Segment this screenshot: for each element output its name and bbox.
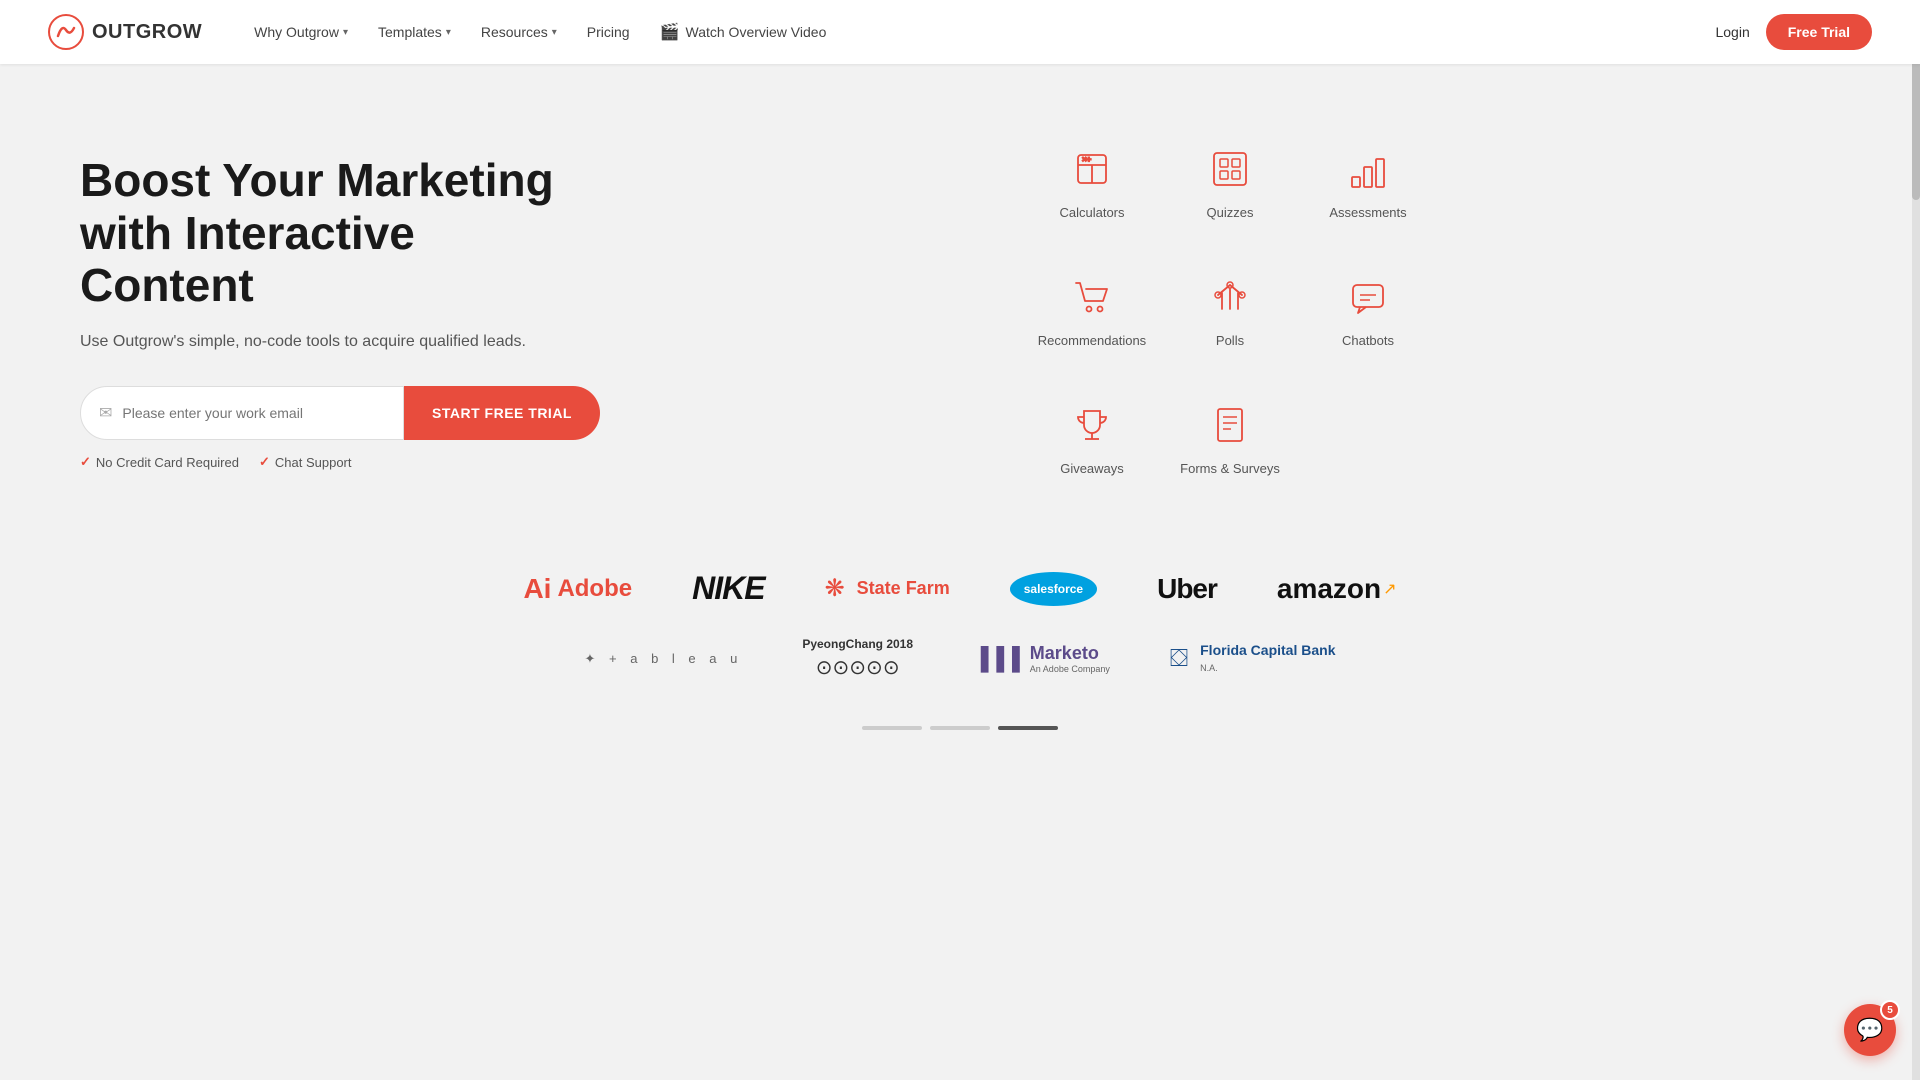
nav-watch-video[interactable]: 🎬 Watch Overview Video — [648, 16, 839, 48]
statefarm-text: State Farm — [857, 578, 950, 599]
check-icon: ✓ — [259, 454, 270, 470]
chat-badge: 5 — [1880, 1000, 1900, 1020]
adobe-text: Adobe — [557, 575, 632, 603]
content-type-quizzes[interactable]: Quizzes — [1165, 124, 1295, 244]
start-free-trial-button[interactable]: START FREE TRIAL — [404, 386, 600, 440]
scroll-dot-2 — [930, 726, 990, 730]
svg-text:×÷: ×÷ — [1082, 155, 1092, 164]
poll-icon — [1210, 277, 1250, 323]
uber-text: Uber — [1157, 573, 1217, 605]
nav-links: Why Outgrow ▾ Templates ▾ Resources ▾ Pr… — [242, 16, 1715, 48]
giveaways-label: Giveaways — [1060, 461, 1124, 476]
brand-pyeongchang: PyeongChang 2018 ⊙⊙⊙⊙⊙ — [802, 637, 913, 680]
calculator-icon: ×÷ — [1072, 149, 1112, 195]
chevron-down-icon: ▾ — [446, 27, 451, 38]
nav-why-outgrow[interactable]: Why Outgrow ▾ — [242, 18, 360, 46]
hero-left: Boost Your Marketing with Interactive Co… — [80, 154, 600, 471]
brands-row-1: Ai Adobe NIKE ❋ State Farm salesforce Ub… — [80, 570, 1840, 607]
nav-free-trial-button[interactable]: Free Trial — [1766, 14, 1872, 50]
adobe-icon: Ai — [523, 573, 551, 605]
assessments-label: Assessments — [1329, 205, 1406, 220]
navbar: OUTGROW Why Outgrow ▾ Templates ▾ Resour… — [0, 0, 1920, 64]
video-flag-icon: 🎬 — [660, 22, 680, 42]
amazon-arrow-icon: ↗ — [1383, 579, 1396, 599]
scroll-dot-3 — [998, 726, 1058, 730]
logo-icon — [48, 14, 84, 50]
nav-templates[interactable]: Templates ▾ — [366, 18, 463, 46]
brand-marketo: ▐▐▐ Marketo An Adobe Company — [973, 643, 1110, 674]
calculators-label: Calculators — [1059, 205, 1124, 220]
brands-row-2: ✦ + a b l e a u PyeongChang 2018 ⊙⊙⊙⊙⊙ ▐… — [80, 637, 1840, 680]
brand-tableau: ✦ + a b l e a u — [585, 651, 743, 667]
marketo-icon: ▐▐▐ — [973, 646, 1020, 672]
nike-text: NIKE — [692, 570, 764, 607]
recommendations-label: Recommendations — [1038, 333, 1146, 348]
fcb-subtext: N.A. — [1200, 663, 1218, 673]
statefarm-icon: ❋ — [825, 574, 845, 603]
chevron-down-icon: ▾ — [343, 27, 348, 38]
brand-salesforce: salesforce — [1010, 572, 1097, 606]
hero-subtitle: Use Outgrow's simple, no-code tools to a… — [80, 330, 600, 354]
quizzes-label: Quizzes — [1207, 205, 1254, 220]
chevron-down-icon: ▾ — [552, 27, 557, 38]
chat-widget[interactable]: 5 💬 — [1844, 1004, 1896, 1056]
forms-icon — [1210, 405, 1250, 451]
chat-icon: 💬 — [1856, 1017, 1883, 1043]
hero-check-no-card: ✓ No Credit Card Required — [80, 454, 239, 470]
marketo-text: Marketo — [1030, 643, 1110, 664]
logo[interactable]: OUTGROW — [48, 14, 202, 50]
hero-check-chat: ✓ Chat Support — [259, 454, 352, 470]
content-type-giveaways[interactable]: Giveaways — [1027, 380, 1157, 500]
content-type-calculators[interactable]: ×÷ Calculators — [1027, 124, 1157, 244]
polls-label: Polls — [1216, 333, 1244, 348]
salesforce-icon: salesforce — [1010, 572, 1097, 606]
forms-surveys-label: Forms & Surveys — [1180, 461, 1280, 476]
brand-adobe: Ai Adobe — [523, 573, 632, 605]
content-type-polls[interactable]: Polls — [1165, 252, 1295, 372]
hero-form: ✉ START FREE TRIAL — [80, 386, 600, 440]
chatbots-label: Chatbots — [1342, 333, 1394, 348]
hero-title: Boost Your Marketing with Interactive Co… — [80, 154, 600, 313]
nav-login[interactable]: Login — [1715, 24, 1749, 40]
email-input-wrapper: ✉ — [80, 386, 404, 440]
brand-statefarm: ❋ State Farm — [825, 574, 950, 603]
content-types-grid: ×÷ Calculators Quizzes Assessments Recom… — [660, 124, 1800, 500]
brands-section: Ai Adobe NIKE ❋ State Farm salesforce Ub… — [0, 540, 1920, 798]
pyeongchang-text: PyeongChang 2018 — [802, 637, 913, 651]
tableau-text: ✦ + a b l e a u — [585, 651, 743, 667]
scroll-indicator — [80, 710, 1840, 738]
quiz-icon — [1210, 149, 1250, 195]
content-type-recommendations[interactable]: Recommendations — [1027, 252, 1157, 372]
brand-uber: Uber — [1157, 573, 1217, 605]
nav-pricing[interactable]: Pricing — [575, 18, 642, 46]
content-type-chatbots[interactable]: Chatbots — [1303, 252, 1433, 372]
email-icon: ✉ — [99, 403, 112, 423]
brand-nike: NIKE — [692, 570, 764, 607]
scroll-dots — [862, 726, 1058, 730]
fcb-text: Florida Capital Bank — [1200, 642, 1335, 658]
nav-resources[interactable]: Resources ▾ — [469, 18, 569, 46]
scroll-dot-1 — [862, 726, 922, 730]
content-type-forms-surveys[interactable]: Forms & Surveys — [1165, 380, 1295, 500]
cart-icon — [1072, 277, 1112, 323]
scrollbar[interactable] — [1912, 0, 1920, 1080]
email-input[interactable] — [122, 405, 385, 421]
hero-section: Boost Your Marketing with Interactive Co… — [0, 64, 1920, 540]
marketo-subtext: An Adobe Company — [1030, 664, 1110, 674]
amazon-text: amazon — [1277, 573, 1381, 605]
logo-text: OUTGROW — [92, 21, 202, 44]
brand-amazon: amazon ↗ — [1277, 573, 1397, 605]
brand-floridacapital: ⛋ Florida Capital Bank N.A. — [1170, 642, 1336, 676]
assessment-icon — [1348, 149, 1388, 195]
hero-checks: ✓ No Credit Card Required ✓ Chat Support — [80, 454, 600, 470]
check-icon: ✓ — [80, 454, 91, 470]
chatbot-icon — [1348, 277, 1388, 323]
trophy-icon — [1072, 405, 1112, 451]
fcb-icon: ⛋ — [1170, 645, 1188, 673]
nav-right: Login Free Trial — [1715, 14, 1872, 50]
olympic-rings-icon: ⊙⊙⊙⊙⊙ — [816, 655, 900, 680]
content-type-assessments[interactable]: Assessments — [1303, 124, 1433, 244]
